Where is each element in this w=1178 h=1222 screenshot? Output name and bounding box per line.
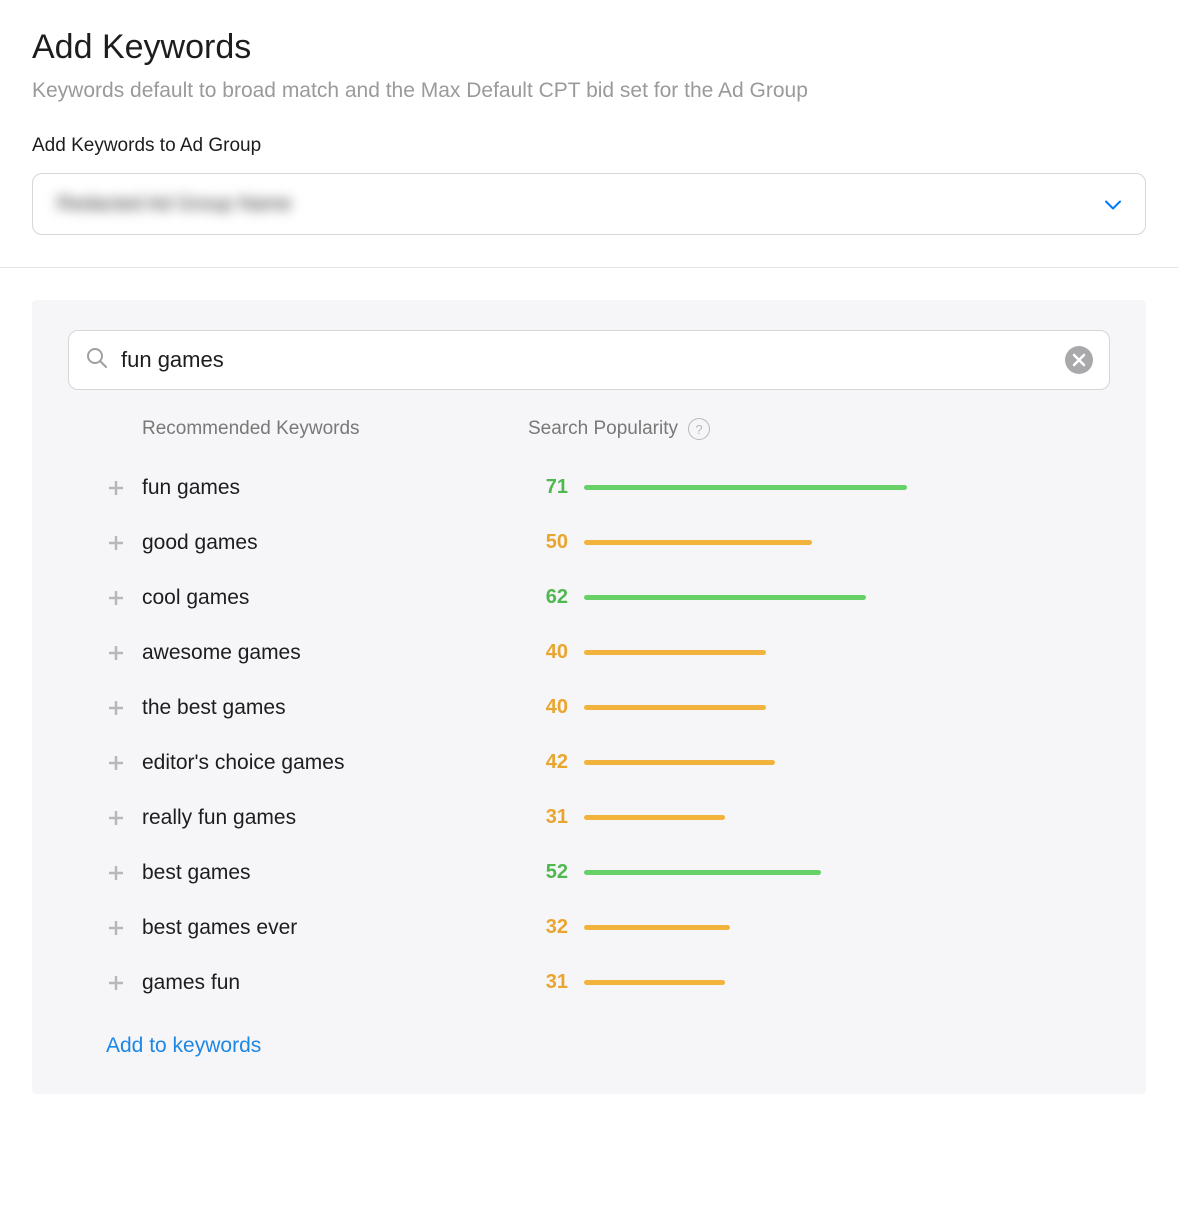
keyword-label: awesome games <box>142 641 301 665</box>
popularity-value: 40 <box>528 696 568 719</box>
add-to-keywords-link[interactable]: Add to keywords <box>106 1034 261 1057</box>
close-icon <box>1072 353 1086 367</box>
popularity-bar <box>584 870 821 875</box>
keyword-label: the best games <box>142 696 286 720</box>
keyword-label: fun games <box>142 476 240 500</box>
keyword-row: cool games 62 <box>68 570 1110 625</box>
plus-icon[interactable] <box>106 753 126 773</box>
keyword-row: awesome games 40 <box>68 625 1110 680</box>
keyword-label: cool games <box>142 586 249 610</box>
popularity-value: 50 <box>528 531 568 554</box>
search-input[interactable] <box>121 347 1065 373</box>
keyword-label: best games <box>142 861 251 885</box>
popularity-value: 42 <box>528 751 568 774</box>
popularity-value: 31 <box>528 806 568 829</box>
popularity-value: 62 <box>528 586 568 609</box>
keywords-column-header: Recommended Keywords <box>142 418 360 439</box>
popularity-bar <box>584 595 866 600</box>
popularity-value: 52 <box>528 861 568 884</box>
section-label: Add Keywords to Ad Group <box>32 135 1146 157</box>
plus-icon[interactable] <box>106 643 126 663</box>
plus-icon[interactable] <box>106 478 126 498</box>
plus-icon[interactable] <box>106 808 126 828</box>
keyword-row: good games 50 <box>68 515 1110 570</box>
recommendations-panel: Recommended Keywords Search Popularity ?… <box>32 300 1146 1094</box>
keyword-label: games fun <box>142 971 240 995</box>
keyword-row: editor's choice games 42 <box>68 735 1110 790</box>
plus-icon[interactable] <box>106 973 126 993</box>
popularity-bar <box>584 980 725 985</box>
plus-icon[interactable] <box>106 918 126 938</box>
keyword-row: games fun 31 <box>68 955 1110 1010</box>
popularity-bar <box>584 485 907 490</box>
plus-icon[interactable] <box>106 588 126 608</box>
keyword-label: good games <box>142 531 258 555</box>
page-title: Add Keywords <box>32 28 1146 67</box>
keyword-row: the best games 40 <box>68 680 1110 735</box>
popularity-value: 40 <box>528 641 568 664</box>
keyword-row: really fun games 31 <box>68 790 1110 845</box>
popularity-column-header: Search Popularity <box>528 418 678 440</box>
popularity-bar <box>584 925 730 930</box>
keyword-label: editor's choice games <box>142 751 344 775</box>
popularity-bar <box>584 815 725 820</box>
ad-group-dropdown[interactable]: Redacted Ad Group Name <box>32 173 1146 235</box>
dropdown-selected-value: Redacted Ad Group Name <box>57 193 292 216</box>
chevron-down-icon <box>1105 194 1121 215</box>
keyword-label: really fun games <box>142 806 296 830</box>
help-icon[interactable]: ? <box>688 418 710 440</box>
keyword-list: fun games 71 good games 50 cool games 62 aweso… <box>68 460 1110 1010</box>
plus-icon[interactable] <box>106 863 126 883</box>
popularity-bar <box>584 540 812 545</box>
popularity-bar <box>584 650 766 655</box>
keyword-row: best games ever 32 <box>68 900 1110 955</box>
page-subtitle: Keywords default to broad match and the … <box>32 79 1146 103</box>
divider <box>0 267 1178 268</box>
popularity-value: 31 <box>528 971 568 994</box>
keyword-row: fun games 71 <box>68 460 1110 515</box>
popularity-bar <box>584 760 775 765</box>
popularity-value: 32 <box>528 916 568 939</box>
search-box[interactable] <box>68 330 1110 390</box>
keyword-label: best games ever <box>142 916 297 940</box>
popularity-value: 71 <box>528 476 568 499</box>
plus-icon[interactable] <box>106 533 126 553</box>
keyword-row: best games 52 <box>68 845 1110 900</box>
plus-icon[interactable] <box>106 698 126 718</box>
search-icon <box>85 346 109 375</box>
clear-search-button[interactable] <box>1065 346 1093 374</box>
column-headers: Recommended Keywords Search Popularity ? <box>68 418 1110 460</box>
popularity-bar <box>584 705 766 710</box>
